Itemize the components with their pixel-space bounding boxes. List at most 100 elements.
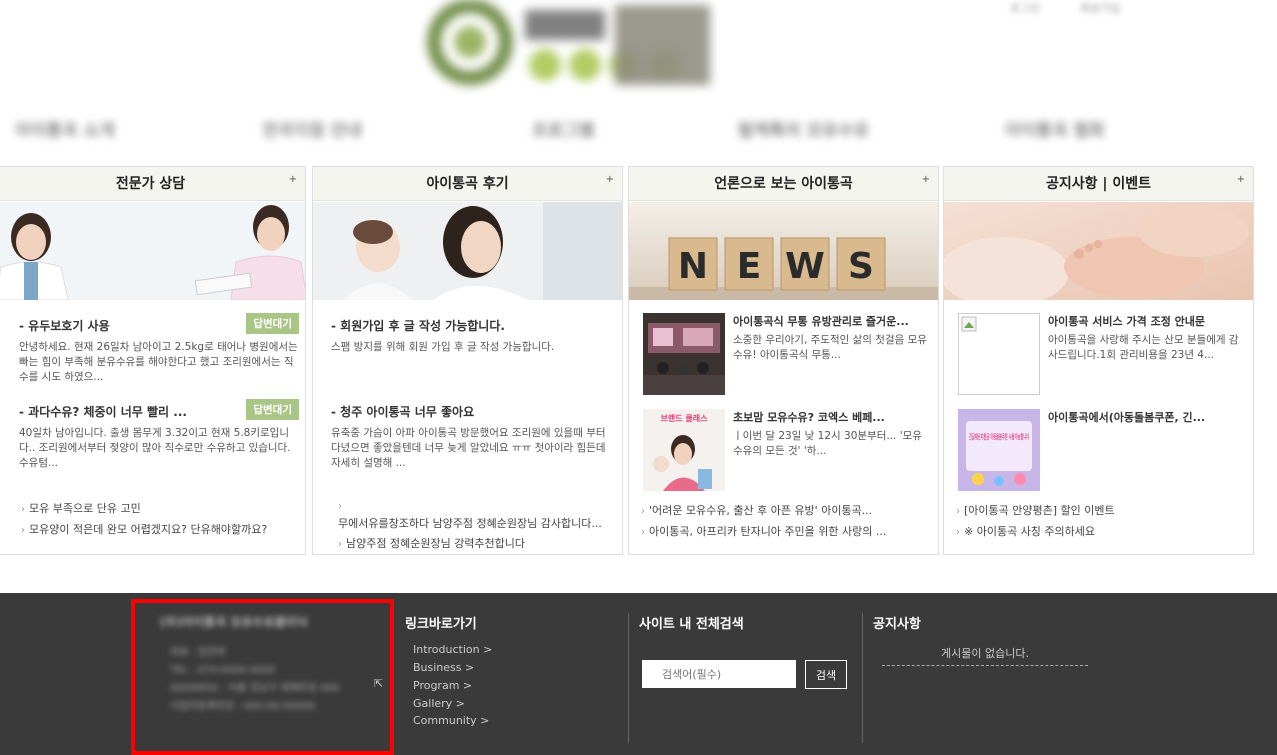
more-icon[interactable]: + bbox=[606, 174, 614, 185]
search-button[interactable]: 검색 bbox=[805, 660, 847, 689]
post-excerpt: 40일차 남아입니다. 출생 몸무게 3.32이고 현재 5.8키로입니다.. … bbox=[19, 427, 291, 469]
notice-title[interactable]: 아이통곡 서비스 가격 조정 안내문 bbox=[1048, 313, 1244, 329]
login-link[interactable]: 로그인 bbox=[1010, 0, 1040, 16]
news-title[interactable]: 아이통곡식 무통 유방관리로 즐거운... bbox=[733, 313, 929, 329]
news-letter-s: S bbox=[848, 246, 874, 287]
site-header: 로그인 회원가입 아이통곡 소개 전국지점 안내 프로그램 탈케톡의 모유수유 … bbox=[0, 0, 1277, 160]
divider bbox=[862, 613, 863, 743]
box-title[interactable]: 전문가 상담 bbox=[116, 176, 185, 192]
list-item[interactable]: › 아이통곡, 아프리카 탄자니아 주민을 위한 사랑의 ... bbox=[641, 522, 933, 543]
list-item[interactable]: › 모유 부족으로 단유 고민 bbox=[21, 499, 305, 520]
baby-feet-image bbox=[944, 202, 1253, 300]
notice-text: 아이통곡 서비스 가격 조정 안내문 아이통곡을 사랑해 주시는 산모 분들에게… bbox=[1048, 313, 1244, 363]
list-item[interactable]: › 남양주점 정혜순원장님 강력추천합니다 bbox=[338, 534, 622, 554]
chevron-right-icon: › bbox=[338, 539, 342, 550]
box-title[interactable]: 아이통곡 후기 bbox=[426, 176, 508, 192]
list-item[interactable]: › bbox=[338, 499, 622, 514]
box-header: 전문가 상담 + bbox=[0, 167, 305, 201]
chevron-right-icon: › bbox=[641, 506, 645, 517]
more-icon[interactable]: + bbox=[922, 174, 930, 185]
notice-title: 공지사항 bbox=[873, 617, 921, 632]
news-thumbnail[interactable]: 브랜드 클래스 bbox=[643, 409, 725, 491]
post-item[interactable]: - 과다수유? 체중이 너무 빨리 ... 답변대기 40일차 남아입니다. 출… bbox=[19, 399, 299, 471]
chevron-right-icon: › bbox=[338, 501, 342, 512]
post-excerpt: 안녕하세요. 현재 26일차 남아이고 2.5kg로 태어나 병원에서는 빠는 … bbox=[19, 341, 298, 383]
notice-excerpt: 아이통곡을 사랑해 주시는 산모 분들에게 감사드립니다.1회 관리비용을 23… bbox=[1048, 334, 1239, 361]
links-title: 링크바로가기 bbox=[405, 617, 477, 632]
box-header: 공지사항 | 이벤트 + bbox=[944, 167, 1253, 201]
box-title[interactable]: 언론으로 보는 아이통곡 bbox=[714, 176, 853, 192]
news-excerpt: ㅣ이번 달 23일 낮 12시 30분부터... '모유수유의 모든 것' '하… bbox=[733, 430, 922, 457]
search-title: 사이트 내 전체검색 bbox=[639, 617, 744, 632]
join-link[interactable]: 회원가입 bbox=[1080, 0, 1120, 16]
site-search-input[interactable] bbox=[642, 660, 796, 688]
news-text: 아이통곡식 무통 유방관리로 즐거운... 소중한 우리아기, 주도적인 삶의 … bbox=[733, 313, 929, 363]
post-excerpt: 스팸 방지를 위해 회원 가입 후 글 작성 가능합니다. bbox=[331, 341, 555, 353]
nav-item-breastfeeding[interactable]: 탈케톡의 모유수유 bbox=[738, 116, 869, 141]
broken-image-icon[interactable] bbox=[958, 313, 1040, 395]
post-title[interactable]: - 회원가입 후 글 작성 가능합니다. bbox=[331, 317, 611, 334]
review-box: 아이통곡 후기 + - 회원가입 후 글 작성 가능합니다. 스팸 방지를 위해… bbox=[312, 166, 623, 555]
nav-item-about[interactable]: 아이통곡 소개 bbox=[15, 116, 115, 141]
news-item[interactable]: 브랜드 클래스 초보맘 모유수유? 코엑스 베페... ㅣ이번 달 23일 낮 … bbox=[643, 409, 927, 491]
chevron-right-icon: › bbox=[956, 527, 960, 538]
press-box: 언론으로 보는 아이통곡 + N E W S 아이통곡식 무통 유방관리로 즐거… bbox=[628, 166, 939, 555]
list-item[interactable]: › ※ 아이통곡 사칭 주의하세요 bbox=[956, 522, 1248, 543]
news-excerpt: 소중한 우리아기, 주도적인 삶의 첫걸음 모유수유! 아이통곡식 무통... bbox=[733, 334, 927, 361]
post-item[interactable]: - 유두보호기 사용 답변대기 안녕하세요. 현재 26일차 남아이고 2.5k… bbox=[19, 313, 299, 385]
link-list: › '어려운 모유수유, 출산 후 아픈 유방' 아이통곡... › 아이통곡, 아… bbox=[641, 501, 933, 543]
notice-item[interactable]: 아이통곡 서비스 가격 조정 안내문 아이통곡을 사랑해 주시는 산모 분들에게… bbox=[958, 313, 1242, 395]
news-item[interactable]: 아이통곡식 무통 유방관리로 즐거운... 소중한 우리아기, 주도적인 삶의 … bbox=[643, 313, 927, 395]
post-item[interactable]: - 청주 아이통곡 너무 좋아요 유축중 가슴이 아파 아이통곡 방문했어요 조… bbox=[331, 403, 611, 471]
more-icon[interactable]: + bbox=[289, 174, 297, 185]
more-icon[interactable]: + bbox=[1237, 174, 1245, 185]
footer-link-introduction[interactable]: Introduction > bbox=[413, 643, 492, 656]
news-letter-n: N bbox=[678, 246, 708, 287]
svg-text:브랜드 클래스: 브랜드 클래스 bbox=[661, 413, 709, 423]
box-header: 아이통곡 후기 + bbox=[313, 167, 622, 201]
site-logo[interactable] bbox=[425, 0, 725, 90]
footer-link-business[interactable]: Business > bbox=[413, 661, 474, 674]
news-title[interactable]: 초보맘 모유수유? 코엑스 베페... bbox=[733, 409, 929, 425]
notice-event-box: 공지사항 | 이벤트 + 아이통곡 서비스 가격 조정 안내문 아이통곡을 사랑… bbox=[943, 166, 1254, 555]
event-thumbnail[interactable]: 긴급재난지원금 아동돌봄쿠폰 사용가능합니다 bbox=[958, 409, 1040, 491]
link-list: › [아이통곡 안양평촌] 할인 이벤트 › ※ 아이통곡 사칭 주의하세요 bbox=[956, 501, 1248, 543]
news-thumbnail[interactable] bbox=[643, 313, 725, 395]
nav-item-branches[interactable]: 전국지점 안내 bbox=[262, 116, 362, 141]
news-text: 초보맘 모유수유? 코엑스 베페... ㅣ이번 달 23일 낮 12시 30분부… bbox=[733, 409, 929, 459]
notice-text: 아이통곡에서(아동돌봄쿠폰, 긴... bbox=[1048, 409, 1244, 425]
nav-item-program[interactable]: 프로그램 bbox=[532, 116, 595, 141]
footer-link-program[interactable]: Program > bbox=[413, 679, 472, 692]
chevron-right-icon: › bbox=[21, 525, 25, 536]
divider bbox=[628, 613, 629, 743]
list-item[interactable]: › 모유양이 적은데 완모 어렵겠지요? 단유해야할까요? bbox=[21, 520, 305, 541]
box-title[interactable]: 공지사항 | 이벤트 bbox=[1046, 176, 1151, 192]
notice-empty-text: 게시물이 없습니다. bbox=[882, 645, 1088, 666]
nav-item-association[interactable]: 아이통곡 협회 bbox=[1005, 116, 1105, 141]
news-letter-w: W bbox=[785, 246, 825, 287]
post-title[interactable]: - 청주 아이통곡 너무 좋아요 bbox=[331, 403, 611, 420]
post-excerpt: 유축중 가슴이 아파 아이통곡 방문했어요 조리원에 있을때 부터 다녔으면 좋… bbox=[331, 427, 606, 469]
site-footer: (주)아이통곡 모유수유클리닉 대표 : 임현희 TEL : 070-0000-… bbox=[0, 593, 1277, 755]
news-image: N E W S bbox=[629, 202, 938, 300]
main-nav: 아이통곡 소개 전국지점 안내 프로그램 탈케톡의 모유수유 아이통곡 협회 bbox=[0, 116, 1277, 148]
link-list: › 무에서유를창조하다 남양주점 정혜순원장님 감사합니다... › 남양주점 정… bbox=[338, 499, 622, 554]
list-item[interactable]: 무에서유를창조하다 남양주점 정혜순원장님 감사합니다... bbox=[338, 514, 622, 534]
footer-link-gallery[interactable]: Gallery > bbox=[413, 697, 465, 710]
pending-answer-badge: 답변대기 bbox=[246, 399, 299, 420]
chevron-right-icon: › bbox=[641, 527, 645, 538]
consult-box: 전문가 상담 + - 유두보호기 사용 답변대기 안녕하세요. 현재 26일차 … bbox=[0, 166, 306, 555]
highlight-box bbox=[131, 599, 394, 755]
post-item[interactable]: - 회원가입 후 글 작성 가능합니다. 스팸 방지를 위해 회원 가입 후 글… bbox=[331, 317, 611, 355]
pending-answer-badge: 답변대기 bbox=[246, 313, 299, 334]
list-item[interactable]: › [아이통곡 안양평촌] 할인 이벤트 bbox=[956, 501, 1248, 522]
list-item[interactable]: › '어려운 모유수유, 출산 후 아픈 유방' 아이통곡... bbox=[641, 501, 933, 522]
link-list: › 모유 부족으로 단유 고민 › 모유양이 적은데 완모 어렵겠지요? 단유해야할… bbox=[21, 499, 305, 541]
notice-item[interactable]: 긴급재난지원금 아동돌봄쿠폰 사용가능합니다 아이통곡에서(아동돌봄쿠폰, 긴.… bbox=[958, 409, 1242, 491]
news-letter-e: E bbox=[737, 246, 762, 287]
review-image bbox=[313, 202, 622, 300]
footer-link-community[interactable]: Community > bbox=[413, 714, 489, 727]
notice-title[interactable]: 아이통곡에서(아동돌봄쿠폰, 긴... bbox=[1048, 409, 1244, 425]
event-thumb-text: 긴급재난지원금 아동돌봄쿠폰 사용가능합니다 bbox=[969, 432, 1029, 441]
cursor-icon: ⇱ bbox=[374, 677, 384, 690]
